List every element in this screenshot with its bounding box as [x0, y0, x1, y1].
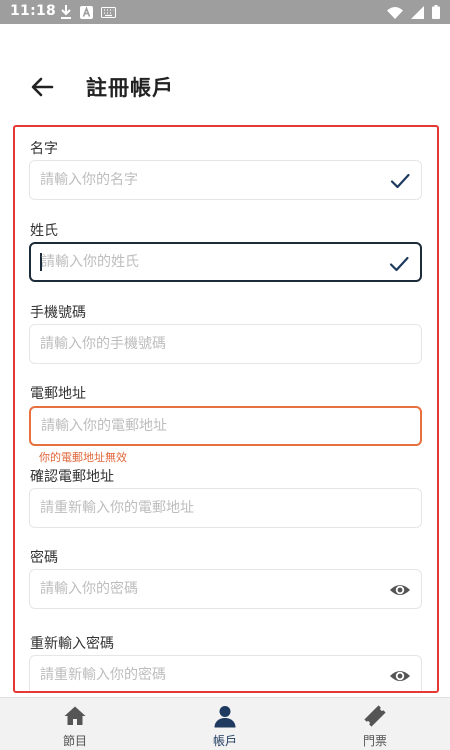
- battery-icon: [432, 5, 440, 19]
- ticket-icon: [364, 705, 386, 727]
- signal-icon: [411, 5, 424, 19]
- nav-item-programs[interactable]: 節目: [30, 702, 120, 748]
- download-icon: [61, 5, 71, 19]
- first-name-field[interactable]: [29, 160, 422, 200]
- status-system-icons: [387, 5, 440, 19]
- account-icon: [214, 706, 236, 728]
- password-label: 密碼: [30, 550, 58, 566]
- page-title: 註冊帳戶: [86, 76, 174, 100]
- confirm-password-label: 重新輸入密碼: [30, 636, 114, 652]
- status-time: 11:18: [10, 3, 57, 19]
- eye-icon[interactable]: [389, 579, 411, 601]
- last-name-field[interactable]: [29, 242, 422, 282]
- wifi-icon: [387, 6, 403, 19]
- last-name-label: 姓氏: [30, 223, 58, 239]
- bottom-nav: 節目 帳戶 門票: [0, 697, 450, 750]
- confirm-email-input[interactable]: [40, 489, 370, 527]
- email-field[interactable]: [29, 406, 422, 446]
- phone-field[interactable]: [29, 324, 422, 364]
- status-notification-icons: [60, 5, 116, 19]
- password-field[interactable]: [29, 569, 422, 609]
- last-name-input[interactable]: [41, 244, 371, 280]
- email-input[interactable]: [41, 408, 371, 444]
- app-a-icon: [80, 5, 93, 19]
- check-icon: [390, 173, 410, 189]
- registration-form: 名字 姓氏 手機號碼 電郵地址 你的電郵地址無效 確認電郵地址 密碼 重新輸入密…: [13, 125, 439, 693]
- status-bar: 11:18: [0, 0, 450, 24]
- phone-input[interactable]: [40, 325, 370, 363]
- nav-label-programs: 節目: [62, 734, 87, 748]
- nav-item-tickets[interactable]: 門票: [330, 702, 420, 748]
- password-input[interactable]: [40, 570, 370, 608]
- check-icon: [389, 256, 409, 272]
- eye-icon[interactable]: [389, 665, 411, 687]
- keyboard-icon: [101, 6, 116, 18]
- home-icon: [64, 706, 86, 725]
- email-label: 電郵地址: [30, 386, 86, 402]
- nav-item-account[interactable]: 帳戶: [180, 702, 270, 748]
- email-error-message: 你的電郵地址無效: [39, 451, 127, 464]
- back-button[interactable]: [28, 74, 56, 100]
- arrow-left-icon: [31, 77, 54, 97]
- confirm-password-input[interactable]: [40, 656, 370, 691]
- confirm-password-field[interactable]: [29, 655, 422, 691]
- nav-label-account: 帳戶: [212, 734, 237, 748]
- nav-label-tickets: 門票: [362, 734, 387, 748]
- confirm-email-label: 確認電郵地址: [30, 469, 114, 485]
- first-name-input[interactable]: [40, 161, 370, 199]
- first-name-label: 名字: [30, 141, 58, 157]
- app-bar: 註冊帳戶: [0, 62, 450, 112]
- phone-label: 手機號碼: [30, 305, 86, 321]
- confirm-email-field[interactable]: [29, 488, 422, 528]
